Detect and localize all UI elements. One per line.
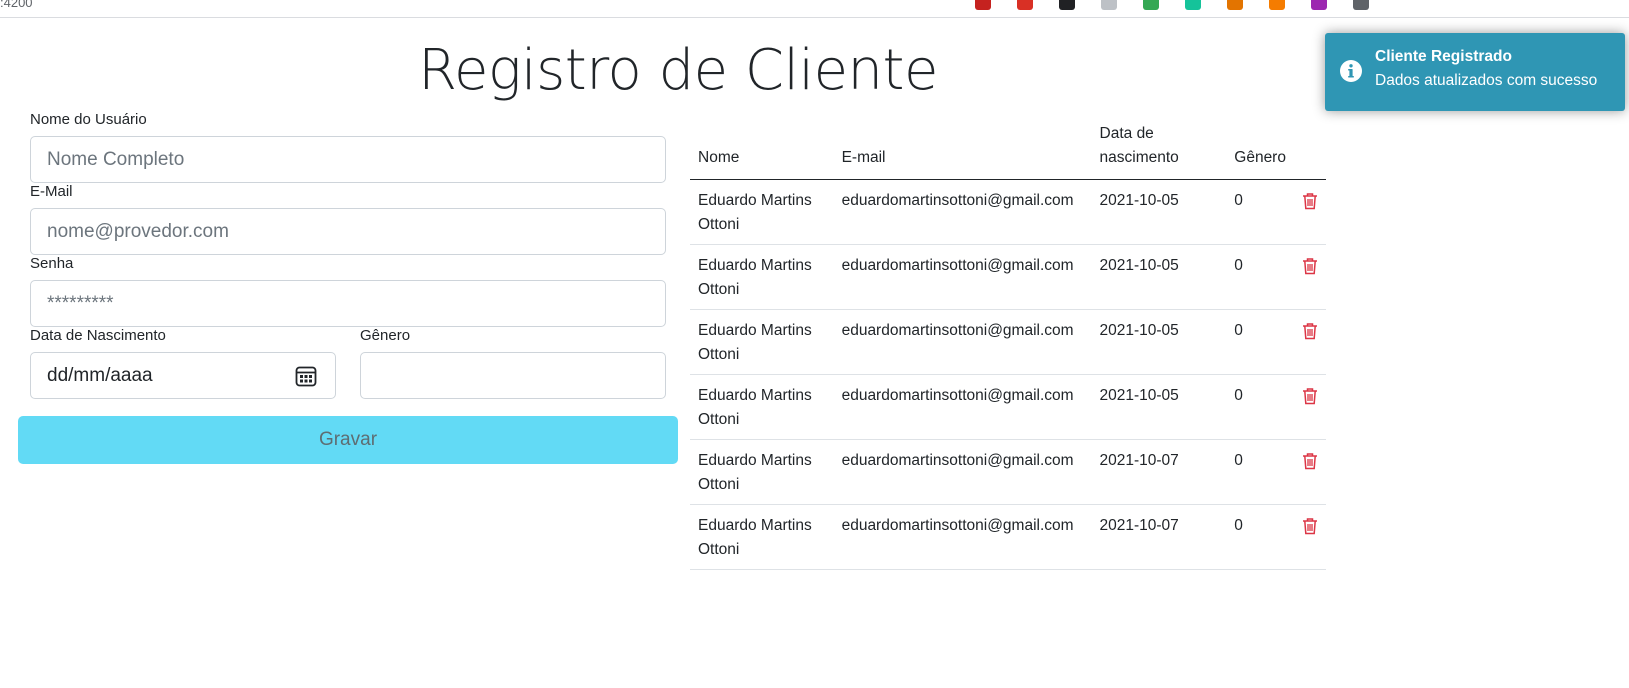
tool-extension-icon[interactable] bbox=[1227, 0, 1243, 10]
trash-icon[interactable] bbox=[1302, 192, 1318, 218]
calendar-icon[interactable] bbox=[295, 365, 317, 392]
cell-date: 2021-10-05 bbox=[1091, 374, 1227, 440]
cell-actions bbox=[1293, 439, 1326, 505]
cell-email: eduardomartinsottoni@gmail.com bbox=[833, 309, 1092, 375]
grammarly-icon[interactable] bbox=[1185, 0, 1201, 10]
cell-date: 2021-10-07 bbox=[1091, 439, 1227, 505]
table-row: Eduardo Martins Ottoni eduardomartinsotto… bbox=[690, 439, 1326, 505]
cell-gender: 0 bbox=[1226, 309, 1294, 375]
gender-label: Gênero bbox=[360, 327, 411, 344]
cell-gender: 0 bbox=[1226, 244, 1294, 310]
name-field-wrapper bbox=[30, 136, 666, 183]
header-email: E-mail bbox=[833, 118, 1092, 180]
cell-actions bbox=[1293, 244, 1326, 310]
name-input[interactable] bbox=[47, 148, 649, 171]
cell-date: 2021-10-05 bbox=[1091, 179, 1227, 245]
notion-icon[interactable] bbox=[1353, 0, 1369, 10]
purple-extension-icon[interactable] bbox=[1311, 0, 1327, 10]
cell-email: eduardomartinsottoni@gmail.com bbox=[833, 244, 1092, 310]
cell-email: eduardomartinsottoni@gmail.com bbox=[833, 439, 1092, 505]
browser-toolbar: :4200 bbox=[0, 0, 1629, 18]
page-title: Registro de Cliente bbox=[418, 38, 938, 103]
cell-actions bbox=[1293, 374, 1326, 440]
table-row: Eduardo Martins Ottoni eduardomartinsotto… bbox=[690, 179, 1326, 245]
cell-nome: Eduardo Martins Ottoni bbox=[690, 439, 834, 505]
cell-date: 2021-10-05 bbox=[1091, 309, 1227, 375]
name-label: Nome do Usuário bbox=[30, 111, 147, 128]
table-body: Eduardo Martins Ottoni eduardomartinsotto… bbox=[690, 179, 1326, 570]
password-label: Senha bbox=[30, 255, 74, 272]
table-row: Eduardo Martins Ottoni eduardomartinsotto… bbox=[690, 244, 1326, 310]
header-nome: Nome bbox=[690, 118, 834, 180]
green-extension-icon[interactable] bbox=[1143, 0, 1159, 10]
birthdate-value: dd/mm/aaaa bbox=[47, 364, 153, 386]
red-extension-icon[interactable] bbox=[1017, 0, 1033, 10]
birthdate-input[interactable]: dd/mm/aaaa bbox=[30, 352, 336, 399]
toast-message: Dados atualizados com sucesso bbox=[1375, 72, 1598, 89]
cell-actions bbox=[1293, 179, 1326, 245]
address-bar[interactable]: :4200 bbox=[0, 0, 33, 10]
clients-table-wrapper: Nome E-mail Data de nascimento Gênero Ed… bbox=[690, 118, 1326, 570]
cell-email: eduardomartinsottoni@gmail.com bbox=[833, 179, 1092, 245]
table-row: Eduardo Martins Ottoni eduardomartinsotto… bbox=[690, 374, 1326, 440]
cell-nome: Eduardo Martins Ottoni bbox=[690, 179, 834, 245]
success-toast[interactable]: Cliente Registrado Dados atualizados com… bbox=[1325, 33, 1625, 111]
cell-email: eduardomartinsottoni@gmail.com bbox=[833, 504, 1092, 570]
trash-icon[interactable] bbox=[1302, 387, 1318, 413]
cell-actions bbox=[1293, 309, 1326, 375]
toast-title: Cliente Registrado bbox=[1375, 48, 1512, 65]
cell-nome: Eduardo Martins Ottoni bbox=[690, 309, 834, 375]
table-header-row: Nome E-mail Data de nascimento Gênero bbox=[690, 118, 1326, 180]
header-actions bbox=[1293, 118, 1326, 180]
cell-gender: 0 bbox=[1226, 439, 1294, 505]
cell-date: 2021-10-07 bbox=[1091, 504, 1227, 570]
cell-date: 2021-10-05 bbox=[1091, 244, 1227, 310]
trash-icon[interactable] bbox=[1302, 452, 1318, 478]
table-row: Eduardo Martins Ottoni eduardomartinsotto… bbox=[690, 504, 1326, 570]
password-input[interactable] bbox=[47, 292, 649, 315]
cell-actions bbox=[1293, 504, 1326, 570]
gender-field-wrapper bbox=[360, 352, 666, 399]
orange-extension-icon[interactable] bbox=[1269, 0, 1285, 10]
trash-icon[interactable] bbox=[1302, 257, 1318, 283]
birthdate-label: Data de Nascimento bbox=[30, 327, 166, 344]
header-gender: Gênero bbox=[1226, 118, 1294, 180]
cell-email: eduardomartinsottoni@gmail.com bbox=[833, 374, 1092, 440]
email-label: E-Mail bbox=[30, 183, 73, 200]
email-field-wrapper bbox=[30, 208, 666, 255]
email-input[interactable] bbox=[47, 220, 649, 243]
cell-nome: Eduardo Martins Ottoni bbox=[690, 504, 834, 570]
trash-icon[interactable] bbox=[1302, 322, 1318, 348]
cell-gender: 0 bbox=[1226, 179, 1294, 245]
gender-input[interactable] bbox=[377, 364, 649, 387]
clients-table: Nome E-mail Data de nascimento Gênero Ed… bbox=[690, 118, 1326, 570]
save-button[interactable]: Gravar bbox=[18, 416, 678, 464]
dark-extension-icon[interactable] bbox=[1059, 0, 1075, 10]
table-row: Eduardo Martins Ottoni eduardomartinsotto… bbox=[690, 309, 1326, 375]
header-date: Data de nascimento bbox=[1091, 118, 1227, 180]
cell-nome: Eduardo Martins Ottoni bbox=[690, 374, 834, 440]
cell-gender: 0 bbox=[1226, 504, 1294, 570]
cell-gender: 0 bbox=[1226, 374, 1294, 440]
info-icon bbox=[1339, 59, 1363, 88]
grey-extension-icon[interactable] bbox=[1101, 0, 1117, 10]
pdf-extension-icon[interactable] bbox=[975, 0, 991, 10]
cell-nome: Eduardo Martins Ottoni bbox=[690, 244, 834, 310]
trash-icon[interactable] bbox=[1302, 517, 1318, 543]
password-field-wrapper bbox=[30, 280, 666, 327]
